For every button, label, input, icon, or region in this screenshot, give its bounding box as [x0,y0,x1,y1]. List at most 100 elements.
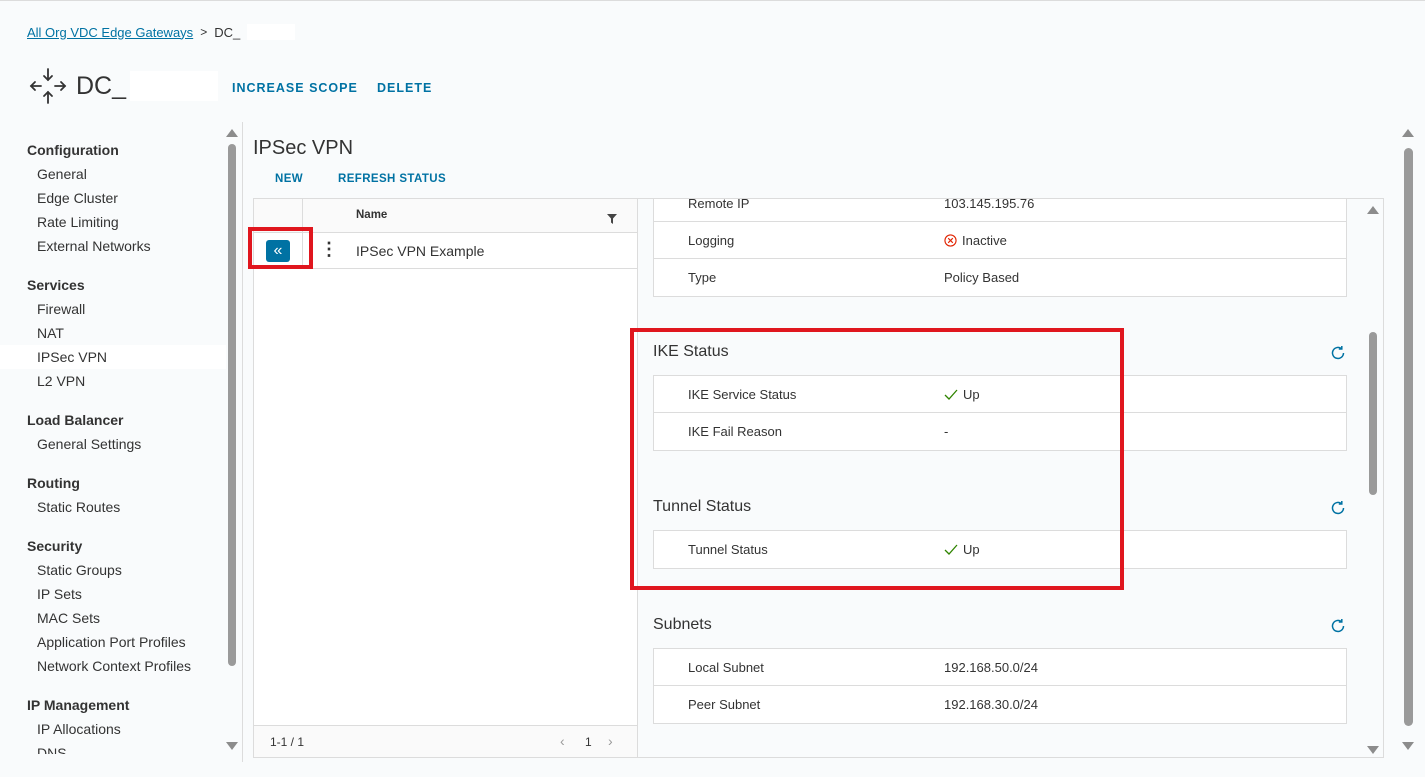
detail-key: IKE Service Status [688,387,797,402]
chevron-right-icon[interactable]: › [608,733,613,749]
sidebar-scroll-up-arrow[interactable] [226,129,238,137]
detail-value: 103.145.195.76 [944,198,1035,211]
double-chevron-left-icon: « [273,242,283,259]
logging-status-value: Inactive [962,233,1007,248]
refresh-icon[interactable] [1330,500,1346,516]
sidebar-item-ipsec-vpn[interactable]: IPSec VPN [0,345,226,369]
sidebar-group-ip-management: IP Management [27,697,130,713]
sidebar-group-security: Security [27,538,83,554]
tunnel-status-value: Up [963,542,980,557]
sidebar-item-static-routes[interactable]: Static Routes [0,495,226,519]
page-scroll-up-arrow[interactable] [1402,129,1414,137]
breadcrumb-link-edge-gateways[interactable]: All Org VDC Edge Gateways [27,25,193,40]
sidebar-item-mac-sets[interactable]: MAC Sets [0,606,226,630]
detail-key: Tunnel Status [688,542,768,557]
detail-key: IKE Fail Reason [688,424,782,439]
content-divider [242,122,243,762]
pagination-current-page[interactable]: 1 [585,735,592,749]
datagrid-header: Name [254,199,637,233]
sidebar-scroll-down-arrow[interactable] [226,742,238,750]
filter-icon[interactable] [607,211,617,229]
subnets-title: Subnets [653,616,712,633]
detail-value-wrap: Inactive [944,233,1007,248]
column-header-name[interactable]: Name [356,209,387,221]
delete-button[interactable]: DELETE [377,81,432,95]
detail-scrollbar-thumb[interactable] [1369,332,1377,495]
increase-scope-button[interactable]: INCREASE SCOPE [232,81,358,95]
detail-value: Policy Based [944,270,1020,285]
detail-row-peer-subnet: Peer Subnet 192.168.30.0/24 [654,686,1346,723]
subnets-box: Local Subnet 192.168.50.0/24 Peer Subnet… [653,648,1347,724]
detail-key: Logging [688,233,735,248]
detail-value: - [944,424,949,439]
detail-scroll-up-arrow[interactable] [1367,206,1379,214]
detail-value-wrap: Up [944,387,980,402]
detail-key: Peer Subnet [688,697,761,712]
detail-key: Remote IP [688,198,750,211]
detail-row-local-subnet: Local Subnet 192.168.50.0/24 [654,649,1346,686]
redacted-area [130,71,219,101]
tunnel-status-box: Tunnel Status Up [653,530,1347,569]
page-title: DC_ [76,71,127,100]
sidebar-scrollbar-thumb[interactable] [228,144,236,666]
general-details-box: Remote IP 103.145.195.76 Logging Inactiv… [653,198,1347,297]
error-circle-icon [944,234,957,247]
sidebar-group-services: Services [27,277,85,293]
sidebar-item-firewall[interactable]: Firewall [0,297,226,321]
chevron-left-icon[interactable]: ‹ [560,733,565,749]
datagrid-footer: 1-1 / 1 ‹ 1 › [254,725,637,757]
edge-gateway-icon [28,66,68,106]
sidebar-item-ip-sets[interactable]: IP Sets [0,582,226,606]
sidebar-item-application-port-profiles[interactable]: Application Port Profiles [0,630,226,654]
sidebar-item-network-context-profiles[interactable]: Network Context Profiles [0,654,226,678]
detail-value-wrap: Up [944,542,980,557]
section-title: IPSec VPN [253,137,354,159]
check-icon [944,544,958,555]
ike-service-status-value: Up [963,387,980,402]
refresh-status-button[interactable]: REFRESH STATUS [338,173,446,185]
sidebar-item-dns[interactable]: DNS [0,741,226,754]
refresh-icon[interactable] [1330,345,1346,361]
sidebar-item-external-networks[interactable]: External Networks [0,234,226,258]
detail-row-tunnel-status: Tunnel Status Up [654,531,1346,568]
sidebar-item-l2-vpn[interactable]: L2 VPN [0,369,226,393]
detail-value: 192.168.30.0/24 [944,697,1038,712]
detail-value: 192.168.50.0/24 [944,660,1038,675]
check-icon [944,389,958,400]
sidebar-item-general-settings[interactable]: General Settings [0,432,226,456]
page-scroll-down-arrow[interactable] [1402,742,1414,750]
sidebar-item-static-groups[interactable]: Static Groups [0,558,226,582]
page-scrollbar-thumb[interactable] [1404,148,1413,726]
sidebar-group-configuration: Configuration [27,142,119,158]
sidebar: Configuration General Edge Cluster Rate … [0,126,226,754]
sidebar-item-general[interactable]: General [0,162,226,186]
collapse-detail-button[interactable]: « [266,240,290,262]
tunnel-status-title: Tunnel Status [653,498,752,515]
table-row[interactable]: « ⋮ IPSec VPN Example [254,233,637,269]
new-button[interactable]: NEW [275,173,303,185]
refresh-icon[interactable] [1330,618,1346,634]
column-divider [302,199,303,233]
detail-pane: Remote IP 103.145.195.76 Logging Inactiv… [638,198,1384,758]
redacted-area [247,24,296,40]
breadcrumb-current: DC_ [214,24,241,40]
detail-scroll-down-arrow[interactable] [1367,746,1379,754]
sidebar-item-nat[interactable]: NAT [0,321,226,345]
page-header: DC_ [28,66,219,106]
detail-key: Type [688,270,717,285]
sidebar-item-rate-limiting[interactable]: Rate Limiting [0,210,226,234]
row-actions-kebab-icon[interactable]: ⋮ [320,239,338,259]
detail-row-ike-fail-reason: IKE Fail Reason - [654,413,1346,450]
ike-status-box: IKE Service Status Up IKE Fail Reason - [653,375,1347,451]
pagination-range: 1-1 / 1 [270,735,305,749]
detail-row-logging: Logging Inactive [654,222,1346,259]
row-name[interactable]: IPSec VPN Example [356,243,484,259]
ike-status-title: IKE Status [653,343,729,360]
sidebar-item-edge-cluster[interactable]: Edge Cluster [0,186,226,210]
detail-row-type: Type Policy Based [654,259,1346,296]
sidebar-item-ip-allocations[interactable]: IP Allocations [0,717,226,741]
detail-row-remote-ip: Remote IP 103.145.195.76 [654,198,1346,222]
detail-row-ike-service-status: IKE Service Status Up [654,376,1346,413]
breadcrumb: All Org VDC Edge Gateways > DC_ [27,24,296,40]
vpn-datagrid: Name « ⋮ IPSec VPN Example 1-1 / 1 ‹ 1 › [253,198,638,758]
